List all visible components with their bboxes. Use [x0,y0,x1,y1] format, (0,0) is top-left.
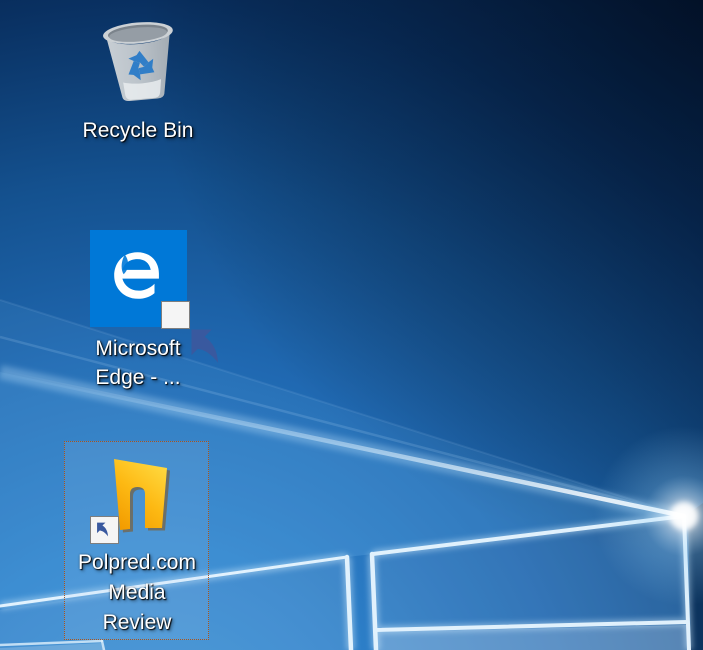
microsoft-edge-label: Microsoft Edge - ... [18,334,258,392]
light-glow-core [670,502,698,530]
microsoft-edge-icon [90,230,187,327]
polpred-label: Polpred.com Media Review [65,548,209,638]
recycle-bin-label: Recycle Bin [18,119,258,142]
polpred-label-line1: Polpred.com [65,548,209,578]
shortcut-arrow-icon [90,516,119,544]
polpred-label-line2: Media [65,578,209,608]
recycle-bin-icon [98,20,178,104]
windows-desktop: Recycle Bin Microsoft Edge - ... [0,0,703,650]
desktop-icon-microsoft-edge[interactable]: Microsoft Edge - ... [18,228,258,394]
desktop-icon-polpred-media-review[interactable]: Polpred.com Media Review [60,438,220,646]
shortcut-arrow-icon [161,301,190,329]
polpred-label-line3: Review [65,608,209,638]
desktop-icon-recycle-bin[interactable]: Recycle Bin [18,18,258,146]
edge-label-line2: Edge - ... [18,363,258,392]
edge-label-line1: Microsoft [18,334,258,363]
recycle-bin-label-text: Recycle Bin [18,119,258,142]
